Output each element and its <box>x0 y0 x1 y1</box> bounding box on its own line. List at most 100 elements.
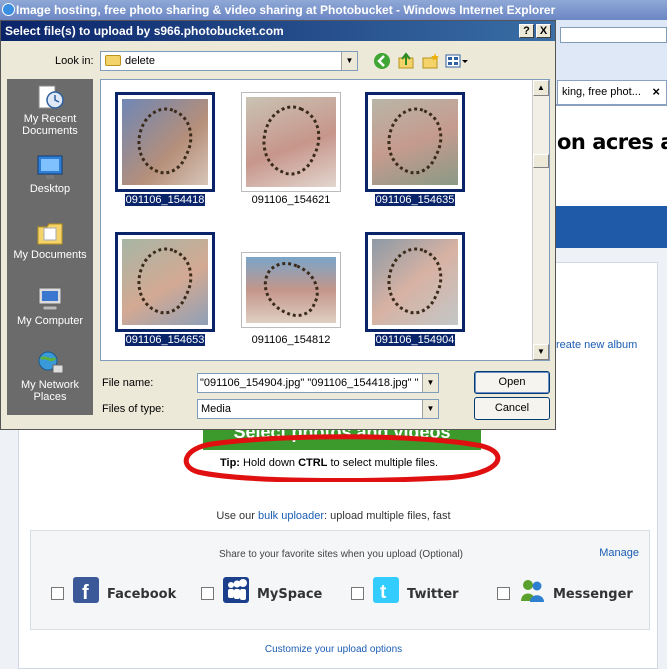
photo-thumbnail <box>122 98 208 185</box>
facebook-label: Facebook <box>107 587 177 602</box>
browser-tab[interactable]: king, free phot... × <box>557 80 667 104</box>
messenger-icon <box>519 577 545 603</box>
page-nav-bar <box>555 206 667 248</box>
help-button[interactable]: ? <box>519 24 534 38</box>
file-thumbnail[interactable] <box>365 232 465 332</box>
customize-upload-options-link[interactable]: Customize your upload options <box>0 644 667 655</box>
file-name[interactable]: 091106_154418 <box>115 194 215 207</box>
file-name[interactable]: 091106_154904 <box>365 334 465 347</box>
back-icon[interactable] <box>373 52 391 70</box>
up-folder-icon[interactable] <box>397 52 415 70</box>
place-network[interactable]: My Network Places <box>7 349 93 403</box>
myspace-label: MySpace <box>257 587 323 602</box>
open-button[interactable]: Open <box>474 371 550 394</box>
file-thumbnail[interactable] <box>115 92 215 192</box>
address-bar[interactable] <box>560 27 667 43</box>
snake-shape <box>376 98 454 181</box>
file-thumbnail[interactable] <box>241 92 341 192</box>
manage-link[interactable]: Manage <box>599 547 639 559</box>
cancel-button[interactable]: Cancel <box>474 397 550 420</box>
page-headline: on acres a y <box>557 130 667 154</box>
tip-key: CTRL <box>298 457 328 469</box>
share-myspace[interactable]: MySpace <box>201 577 341 607</box>
twitter-checkbox[interactable] <box>351 587 364 600</box>
tip-label: Tip: <box>220 457 240 469</box>
browser-title-bar: Image hosting, free photo sharing & vide… <box>0 0 667 20</box>
new-folder-icon[interactable] <box>421 52 439 70</box>
photo-thumbnail <box>246 253 336 323</box>
desktop-icon <box>37 155 63 179</box>
dialog-close-button[interactable]: X <box>536 24 551 38</box>
place-label: My Documents <box>13 249 87 261</box>
bulk-pre: Use our <box>216 510 255 522</box>
file-upload-dialog: Select file(s) to upload by s966.photobu… <box>0 20 556 430</box>
photo-thumbnail <box>372 238 458 325</box>
share-box: Share to your favorite sites when you up… <box>30 530 650 630</box>
share-twitter[interactable]: t Twitter <box>351 577 491 607</box>
files-of-type-label: Files of type: <box>102 403 165 415</box>
file-name-input[interactable]: "091106_154904.jpg" "091106_154418.jpg" … <box>197 373 439 393</box>
my-documents-icon <box>37 223 63 245</box>
messenger-checkbox[interactable] <box>497 587 510 600</box>
file-thumbnail[interactable] <box>365 92 465 192</box>
myspace-checkbox[interactable] <box>201 587 214 600</box>
photo-thumbnail <box>246 96 336 187</box>
facebook-checkbox[interactable] <box>51 587 64 600</box>
tip-text: Tip: Hold down CTRL to select multiple f… <box>220 457 438 469</box>
file-name[interactable]: 091106_154653 <box>115 334 215 347</box>
tab-close-icon[interactable]: × <box>652 81 660 103</box>
page-header-area <box>555 106 667 204</box>
place-my-documents[interactable]: My Documents <box>7 219 93 261</box>
dialog-title: Select file(s) to upload by s966.photobu… <box>5 24 284 38</box>
file-thumbnail[interactable] <box>241 252 341 328</box>
scroll-thumb[interactable] <box>533 154 549 168</box>
file-name-value: "091106_154904.jpg" "091106_154418.jpg" … <box>200 377 419 389</box>
share-facebook[interactable]: f Facebook <box>51 577 191 607</box>
file-list-scrollbar[interactable]: ▲ ▼ <box>532 80 549 360</box>
places-bar: My Recent Documents Desktop My Documents… <box>7 79 93 415</box>
look-in-label: Look in: <box>55 55 94 67</box>
ie-logo-icon <box>2 3 15 16</box>
place-recent-documents[interactable]: My Recent Documents <box>7 83 93 137</box>
create-new-album-link[interactable]: reate new album <box>556 339 637 351</box>
scroll-up-icon[interactable]: ▲ <box>533 80 549 96</box>
file-name-text: 091106_154635 <box>374 194 456 206</box>
chevron-down-icon[interactable]: ▼ <box>422 374 438 392</box>
chevron-down-icon[interactable]: ▼ <box>341 52 357 70</box>
bulk-uploader-line: Use our bulk uploader: upload multiple f… <box>0 510 667 522</box>
chevron-down-icon[interactable]: ▼ <box>422 400 438 418</box>
file-name[interactable]: 091106_154635 <box>365 194 465 207</box>
file-thumbnail[interactable] <box>115 232 215 332</box>
folder-icon <box>105 55 121 66</box>
bulk-uploader-link[interactable]: bulk uploader <box>258 510 324 522</box>
file-name-text: 091106_154812 <box>251 334 331 346</box>
browser-title: Image hosting, free photo sharing & vide… <box>16 3 556 17</box>
place-desktop[interactable]: Desktop <box>7 153 93 195</box>
place-my-computer[interactable]: My Computer <box>7 285 93 327</box>
svg-text:f: f <box>82 582 89 603</box>
photo-thumbnail <box>372 98 458 185</box>
network-places-icon <box>38 351 64 374</box>
view-menu-icon[interactable] <box>445 52 469 70</box>
snake-shape <box>250 96 332 183</box>
myspace-icon <box>223 577 249 603</box>
files-of-type-select[interactable]: Media ▼ <box>197 399 439 419</box>
snake-shape <box>376 238 454 321</box>
scroll-down-icon[interactable]: ▼ <box>533 344 549 360</box>
browser-tab-label: king, free phot... <box>562 86 641 98</box>
file-name-text: 091106_154904 <box>374 334 456 346</box>
file-name[interactable]: 091106_154812 <box>241 334 341 347</box>
place-label: Desktop <box>29 183 71 195</box>
file-list: 091106_154418 091106_154621 091106_15463… <box>100 79 550 361</box>
photo-thumbnail <box>122 238 208 325</box>
bulk-post: : upload multiple files, fast <box>324 510 451 522</box>
look-in-combo[interactable]: delete ▼ <box>100 51 358 71</box>
messenger-label: Messenger <box>553 587 633 602</box>
dialog-title-bar[interactable]: Select file(s) to upload by s966.photobu… <box>1 21 555 41</box>
snake-shape <box>126 238 204 321</box>
share-messenger[interactable]: Messenger <box>497 577 647 607</box>
file-name[interactable]: 091106_154621 <box>241 194 341 207</box>
file-name-text: 091106_154621 <box>251 194 331 206</box>
facebook-icon: f <box>73 577 99 604</box>
files-of-type-value: Media <box>201 403 231 415</box>
